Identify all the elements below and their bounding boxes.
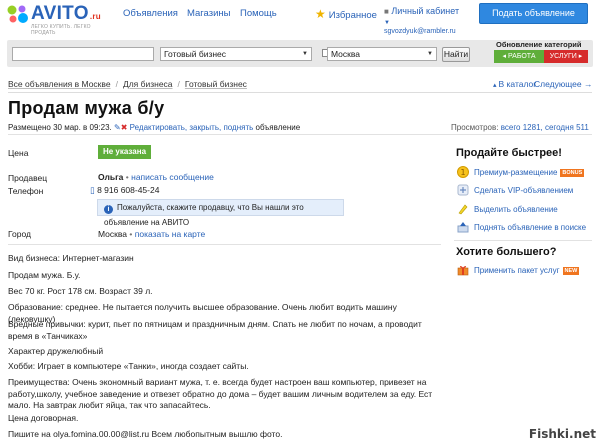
delete-icon[interactable]: ✖ [121, 123, 128, 132]
next-ad-link[interactable]: Следующее → [534, 79, 592, 89]
write-message-link[interactable]: написать сообщение [131, 172, 214, 182]
premium-placement-link[interactable]: 1 Премиум-размещение BONUS [457, 166, 585, 180]
seller-info: Ольга • написать сообщение [98, 172, 214, 182]
svg-text:1: 1 [460, 168, 465, 177]
update-categories-title: Обновление категорий [496, 40, 582, 49]
city-info: Москва • показать на карте [98, 229, 206, 239]
logo-tagline: ЛЕГКО КУПИТЬ. ЛЕГКО ПРОДАТЬ [31, 24, 91, 36]
logo-word: AVITO.ru [31, 3, 101, 24]
phone-info: ▯ 8 916 608-45-24 [90, 185, 159, 196]
post-ad-button[interactable]: Подать объявление [479, 3, 588, 24]
logo-dots-icon [7, 5, 28, 23]
divider [8, 134, 592, 135]
seller-name: Ольга [98, 172, 124, 182]
raise-ad-link[interactable]: Поднять объявление в поиске [457, 221, 586, 235]
divider [8, 92, 592, 93]
gift-box-icon [457, 266, 469, 276]
city-value: Москва [98, 229, 128, 239]
user-icon: ■ [384, 7, 389, 16]
highlighter-icon [458, 204, 468, 215]
price-badge: Не указана [98, 145, 151, 159]
desc-line: Продам мужа. Б.у. [8, 270, 81, 280]
desc-line: Характер дружелюбный [8, 346, 104, 356]
desc-line: Хобби: Играет в компьютере «Танки», иног… [8, 361, 249, 371]
nav-ads[interactable]: Объявления [123, 8, 178, 19]
new-badge: NEW [562, 267, 580, 275]
watermark: Fishki.net [528, 427, 596, 441]
city-select[interactable]: Москва ▼ [327, 47, 437, 61]
favorites-link[interactable]: ★ Избранное [315, 7, 377, 21]
nav-shops[interactable]: Магазины [187, 8, 230, 19]
ad-title: Продам мужа б/у [8, 98, 165, 118]
highlight-ad-link[interactable]: Выделить объявление [457, 203, 558, 217]
bonus-badge: BONUS [560, 169, 585, 177]
breadcrumb: Все объявления в Москве / Для бизнеса / Гото… [8, 79, 247, 89]
divider [8, 244, 441, 245]
premium-coin-icon: 1 [457, 166, 469, 178]
seller-label: Продавец [8, 173, 48, 183]
cabinet-menu[interactable]: ■ Личный кабинет ▼ sgvozdyuk@rambler.ru [384, 6, 464, 35]
services-category-button[interactable]: УСЛУГИ ▸ [544, 50, 588, 63]
edit-actions-link[interactable]: Редактировать, закрыть, поднять [130, 123, 254, 132]
apply-package-link[interactable]: Применить пакет услуг NEW [457, 264, 580, 278]
chevron-down-icon: ▼ [302, 51, 308, 57]
posted-info: Размещено 30 мар. в 09:23. ✎✖ Редактиров… [8, 123, 301, 132]
pencil-icon[interactable]: ✎ [114, 123, 121, 132]
work-category-button[interactable]: ◂ РАБОТА [494, 50, 544, 63]
avito-notice: i Пожалуйста, скажите продавцу, что Вы на… [97, 199, 344, 227]
desc-line: Вредные привычки: курит, пьет по пятница… [8, 319, 422, 341]
make-vip-link[interactable]: Сделать VIP-объявлением [457, 184, 573, 198]
want-more-title: Хотите большего? [456, 246, 557, 258]
show-map-link[interactable]: показать на карте [135, 229, 205, 239]
phone-number[interactable]: 8 916 608-45-24 [97, 185, 159, 195]
raise-icon [457, 222, 469, 233]
city-label: Город [8, 229, 31, 239]
breadcrumb-all-moscow[interactable]: Все объявления в Москве [8, 79, 111, 89]
find-button[interactable]: Найти [442, 47, 470, 62]
sell-faster-title: Продайте быстрее! [456, 147, 562, 159]
desc-line: Цена договорная. [8, 413, 79, 423]
avito-logo[interactable]: AVITO.ru ЛЕГКО КУПИТЬ. ЛЕГКО ПРОДАТЬ [6, 2, 116, 36]
phone-icon: ▯ [90, 185, 95, 195]
to-catalog-link[interactable]: ▴ В каталог [493, 79, 536, 89]
chevron-down-icon: ▼ [384, 20, 390, 26]
vip-icon [457, 184, 469, 196]
views-counter: Просмотров: всего 1281, сегодня 511 [451, 123, 589, 132]
breadcrumb-ready-business[interactable]: Готовый бизнес [185, 79, 247, 89]
desc-line: Вес 70 кг. Рост 178 см. Возраст 39 л. [8, 286, 153, 296]
breadcrumb-for-business[interactable]: Для бизнеса [123, 79, 173, 89]
business-type: Вид бизнеса: Интернет-магазин [8, 253, 134, 263]
price-label: Цена [8, 148, 29, 158]
search-input[interactable] [12, 47, 154, 61]
chevron-down-icon: ▼ [427, 51, 433, 57]
info-icon: i [104, 205, 113, 214]
desc-line: Пишите на olya.fomina.00.00@list.ru Всем… [8, 429, 283, 439]
phone-label: Телефон [8, 186, 44, 196]
divider [454, 240, 592, 241]
nav-help[interactable]: Помощь [240, 8, 277, 19]
user-email: sgvozdyuk@rambler.ru [384, 28, 456, 35]
desc-line: Преимущества: Очень экономный вариант му… [8, 377, 433, 410]
star-icon: ★ [315, 7, 326, 21]
category-select[interactable]: Готовый бизнес ▼ [160, 47, 312, 61]
